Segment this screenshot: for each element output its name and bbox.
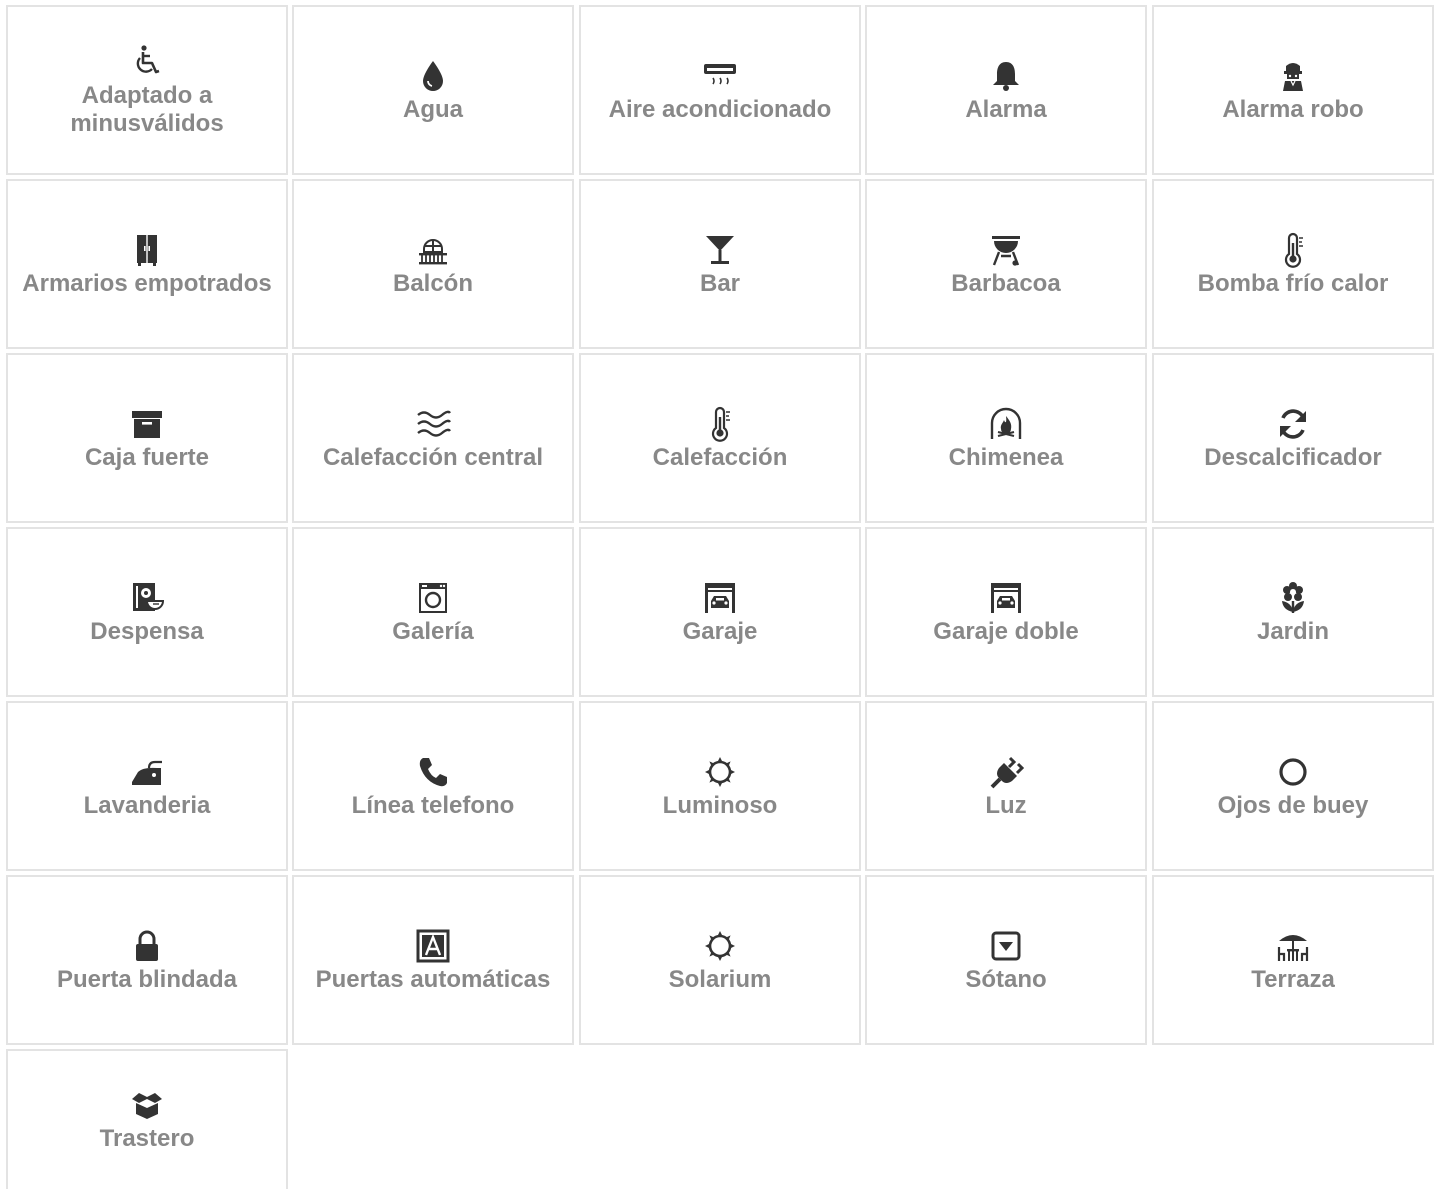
feature-tile[interactable]: Bomba frío calor xyxy=(1152,179,1434,349)
water-drop-icon xyxy=(413,56,453,96)
feature-tile[interactable]: Lavanderia xyxy=(6,701,288,871)
feature-tile[interactable]: Garaje doble xyxy=(865,527,1147,697)
circle-outline-icon xyxy=(1273,752,1313,792)
feature-tile[interactable]: Adaptado a minusválidos xyxy=(6,5,288,175)
feature-label: Galería xyxy=(392,618,474,645)
feature-label: Sótano xyxy=(965,966,1047,993)
feature-label: Luz xyxy=(985,792,1027,819)
flower-icon xyxy=(1273,578,1313,618)
feature-tile[interactable]: Luz xyxy=(865,701,1147,871)
feature-tile[interactable]: Barbacoa xyxy=(865,179,1147,349)
feature-tile[interactable]: Jardin xyxy=(1152,527,1434,697)
iron-icon xyxy=(127,752,167,792)
feature-label: Puerta blindada xyxy=(56,966,238,993)
wardrobe-icon xyxy=(127,230,167,270)
bell-icon xyxy=(986,56,1026,96)
terrace-umbrella-icon xyxy=(1273,926,1313,966)
caret-square-down-icon xyxy=(986,926,1026,966)
balcony-icon xyxy=(413,230,453,270)
feature-label: Solarium xyxy=(668,966,772,993)
pantry-icon xyxy=(127,578,167,618)
feature-tile[interactable]: Línea telefono xyxy=(292,701,574,871)
garage-icon xyxy=(986,578,1026,618)
feature-label: Luminoso xyxy=(662,792,778,819)
feature-label: Calefacción xyxy=(652,444,788,471)
heat-waves-icon xyxy=(413,404,453,444)
feature-tile[interactable]: Agua xyxy=(292,5,574,175)
feature-tile[interactable]: Armarios empotrados xyxy=(6,179,288,349)
feature-tile[interactable]: Descalcificador xyxy=(1152,353,1434,523)
feature-label: Garaje xyxy=(682,618,758,645)
feature-label: Puertas automáticas xyxy=(315,966,551,993)
feature-label: Aire acondicionado xyxy=(608,96,832,123)
feature-label: Chimenea xyxy=(948,444,1064,471)
feature-label: Bomba frío calor xyxy=(1197,270,1389,297)
feature-tile[interactable]: Caja fuerte xyxy=(6,353,288,523)
feature-label: Lavanderia xyxy=(83,792,211,819)
feature-tile[interactable]: Trastero xyxy=(6,1049,288,1189)
feature-label: Armarios empotrados xyxy=(22,270,272,297)
feature-label: Alarma xyxy=(965,96,1047,123)
feature-tile[interactable]: Ojos de buey xyxy=(1152,701,1434,871)
air-conditioner-icon xyxy=(700,56,740,96)
feature-label: Línea telefono xyxy=(351,792,515,819)
feature-label: Jardin xyxy=(1256,618,1330,645)
feature-tile[interactable]: Alarma robo xyxy=(1152,5,1434,175)
feature-label: Garaje doble xyxy=(933,618,1079,645)
feature-tile[interactable]: Sótano xyxy=(865,875,1147,1045)
cocktail-glass-icon xyxy=(700,230,740,270)
open-box-icon xyxy=(127,1085,167,1125)
grill-icon xyxy=(986,230,1026,270)
feature-label: Agua xyxy=(403,96,463,123)
archive-box-icon xyxy=(127,404,167,444)
feature-label: Caja fuerte xyxy=(84,444,210,471)
feature-tile[interactable]: Bar xyxy=(579,179,861,349)
feature-tile[interactable]: Despensa xyxy=(6,527,288,697)
lock-icon xyxy=(127,926,167,966)
feature-label: Descalcificador xyxy=(1204,444,1382,471)
washing-machine-icon xyxy=(413,578,453,618)
feature-tile[interactable]: Puerta blindada xyxy=(6,875,288,1045)
feature-tile[interactable]: Balcón xyxy=(292,179,574,349)
refresh-icon xyxy=(1273,404,1313,444)
fireplace-icon xyxy=(986,404,1026,444)
feature-label: Trastero xyxy=(99,1125,195,1152)
burglar-icon xyxy=(1273,56,1313,96)
feature-tile[interactable]: Alarma xyxy=(865,5,1147,175)
sun-outline-icon xyxy=(700,926,740,966)
feature-tile[interactable]: Galería xyxy=(292,527,574,697)
letter-a-box-icon xyxy=(413,926,453,966)
garage-icon xyxy=(700,578,740,618)
feature-label: Calefacción central xyxy=(322,444,544,471)
feature-label: Terraza xyxy=(1251,966,1335,993)
phone-icon xyxy=(413,752,453,792)
feature-tile[interactable]: Aire acondicionado xyxy=(579,5,861,175)
feature-tile[interactable]: Terraza xyxy=(1152,875,1434,1045)
plug-icon xyxy=(986,752,1026,792)
feature-label: Ojos de buey xyxy=(1217,792,1369,819)
feature-tile[interactable]: Chimenea xyxy=(865,353,1147,523)
feature-label: Alarma robo xyxy=(1222,96,1364,123)
feature-label: Despensa xyxy=(90,618,204,645)
sun-outline-icon xyxy=(700,752,740,792)
feature-tile[interactable]: Solarium xyxy=(579,875,861,1045)
feature-tile[interactable]: Puertas automáticas xyxy=(292,875,574,1045)
feature-tile[interactable]: Calefacción central xyxy=(292,353,574,523)
feature-label: Balcón xyxy=(392,270,473,297)
feature-tile[interactable]: Luminoso xyxy=(579,701,861,871)
feature-tile[interactable]: Calefacción xyxy=(579,353,861,523)
thermometer-icon xyxy=(700,404,740,444)
thermometer-icon xyxy=(1273,230,1313,270)
feature-tile[interactable]: Garaje xyxy=(579,527,861,697)
feature-label: Adaptado a minusválidos xyxy=(70,82,224,137)
feature-label: Barbacoa xyxy=(951,270,1061,297)
feature-label: Bar xyxy=(699,270,741,297)
wheelchair-icon xyxy=(127,42,167,82)
features-grid: Adaptado a minusválidos Agua Aire acondici… xyxy=(0,0,1441,1189)
